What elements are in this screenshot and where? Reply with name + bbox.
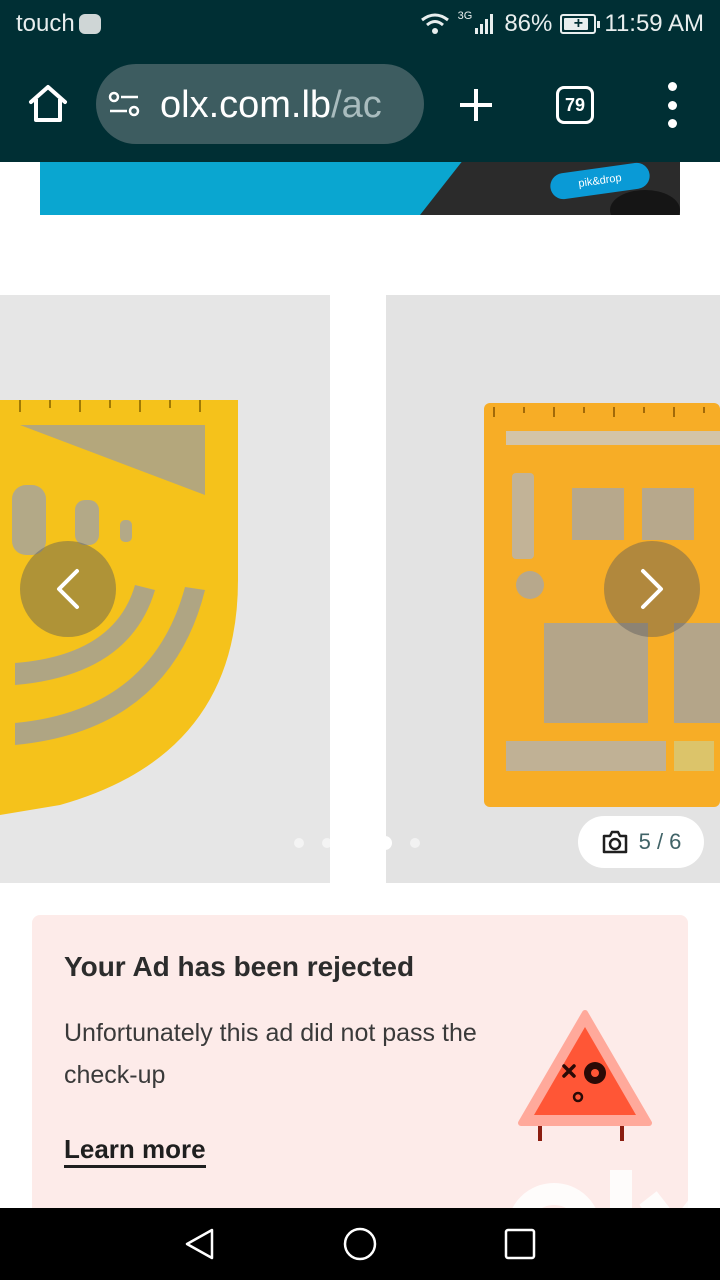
system-navigation-bar [0,1208,720,1280]
pagination-dot [350,838,360,848]
back-icon[interactable] [182,1226,218,1262]
more-menu-icon[interactable] [660,82,684,128]
chevron-left-icon [57,569,79,609]
url-host: olx.com.lb [160,84,332,126]
chevron-right-icon [641,569,663,609]
gallery-pagination-dots [294,836,420,850]
recents-icon[interactable] [502,1226,538,1262]
url-path: /ac [331,84,382,126]
carrier-label: touch [16,10,75,37]
new-tab-icon[interactable] [456,85,496,125]
clock: 11:59 AM [604,10,704,37]
banner-scooter-image: pik&drop [420,162,680,215]
wifi-icon [420,13,449,34]
site-settings-icon[interactable] [108,90,140,118]
learn-more-link[interactable]: Learn more [64,1133,206,1168]
cloud-icon [78,14,101,34]
pagination-dot [378,836,392,850]
battery-percent: 86% [504,10,553,37]
status-bar: touch 3G 86% + 11:59 AM [0,0,720,50]
address-bar[interactable]: olx.com.lb/ac [96,64,424,144]
previous-image-button[interactable] [20,541,116,637]
pagination-dot [410,838,420,848]
signal-icon [475,14,494,34]
pagination-dot [322,838,332,848]
pagination-dot [294,838,304,848]
notice-title: Your Ad has been rejected [64,951,415,982]
home-circle-icon[interactable] [342,1226,378,1262]
image-counter-text: 5 / 6 [638,829,682,854]
camera-icon [602,830,627,854]
next-image-button[interactable] [604,541,700,637]
image-gallery[interactable]: 5 / 6 [0,295,720,883]
screen: touch 3G 86% + 11:59 AM olx.com.lb/ac 79… [0,0,720,1280]
image-counter-badge: 5 / 6 [578,816,704,868]
notice-message: Unfortunately this ad did not pass the c… [64,1019,477,1089]
battery-icon: + [560,14,601,34]
warning-sign-icon [518,1010,652,1141]
url-text[interactable]: olx.com.lb/ac [160,84,382,127]
promo-banner[interactable]: pik&drop [40,162,680,215]
browser-toolbar: olx.com.lb/ac 79 [0,50,720,162]
tab-switcher-button[interactable]: 79 [556,86,594,124]
home-icon[interactable] [24,80,72,128]
network-type: 3G [457,10,473,22]
tab-count: 79 [564,94,586,115]
